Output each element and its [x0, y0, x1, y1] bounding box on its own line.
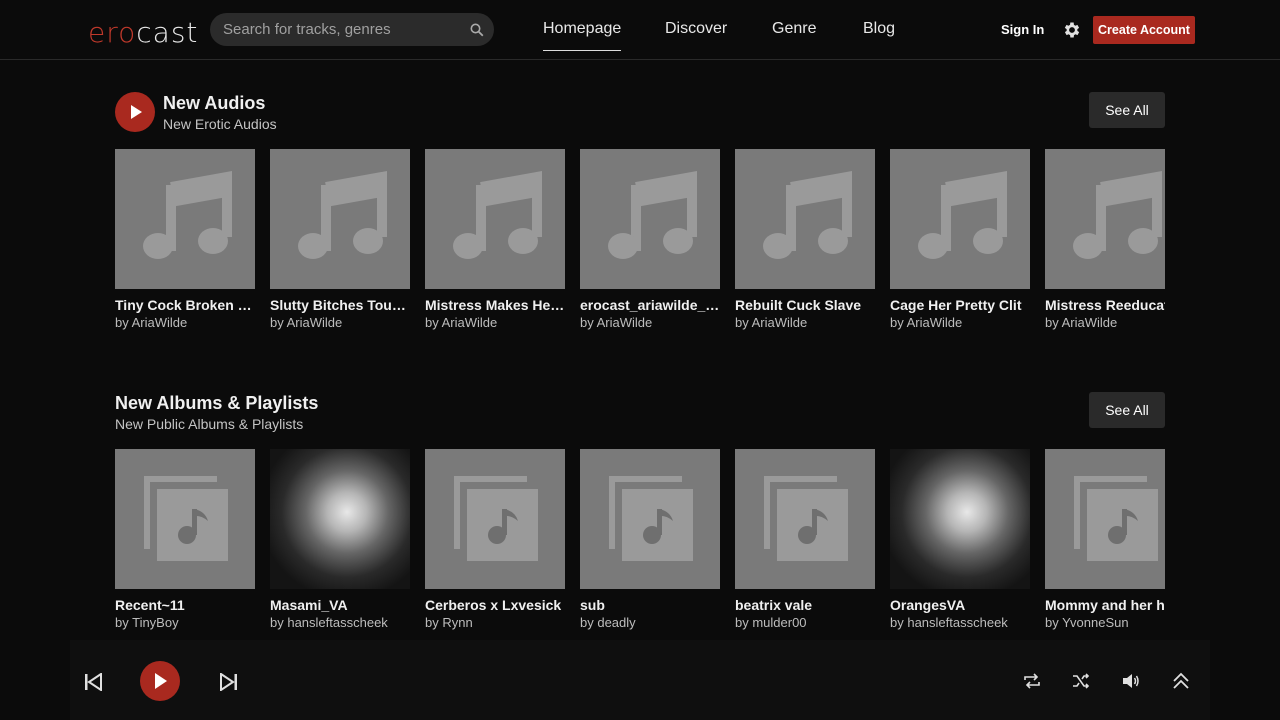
albums-row: Recent~11 by TinyBoy Masami_VAby hanslefta…: [115, 449, 1165, 639]
card-title[interactable]: Cage Her Pretty Clit: [890, 297, 1030, 313]
card-title[interactable]: Rebuilt Cuck Slave: [735, 297, 875, 313]
cover-art[interactable]: [1045, 149, 1165, 289]
card-author[interactable]: by AriaWilde: [1045, 315, 1165, 330]
card-title[interactable]: Mistress Makes Her Sissy: [425, 297, 565, 313]
music-note-icon: [453, 171, 542, 259]
music-note-icon: [608, 171, 697, 259]
music-note-icon: [763, 171, 852, 259]
card-author[interactable]: by AriaWilde: [270, 315, 410, 330]
nav-genre[interactable]: Genre: [772, 20, 816, 38]
albums-playlists-title: New Albums & Playlists: [115, 393, 319, 413]
cover-art[interactable]: [890, 149, 1030, 289]
repeat-icon[interactable]: [1023, 672, 1041, 690]
new-audios-subtitle: New Erotic Audios: [163, 116, 277, 132]
card-title[interactable]: Slutty Bitches Touch Yourself: [270, 297, 410, 313]
nav-blog[interactable]: Blog: [863, 20, 895, 38]
nav-discover[interactable]: Discover: [665, 20, 727, 38]
playlist-icon: [144, 476, 228, 561]
media-card[interactable]: Cerberos x Lxvesick by Rynn: [425, 449, 565, 630]
create-account-button[interactable]: Create Account: [1093, 16, 1195, 44]
card-author[interactable]: by AriaWilde: [580, 315, 720, 330]
cover-art[interactable]: [735, 449, 875, 589]
media-card[interactable]: Recent~11 by TinyBoy: [115, 449, 255, 630]
cover-art[interactable]: [270, 449, 410, 589]
media-card[interactable]: Rebuilt Cuck Slave by AriaWilde: [735, 149, 875, 330]
music-note-icon: [918, 171, 1007, 259]
music-note-icon: [298, 171, 387, 259]
cover-art[interactable]: [115, 449, 255, 589]
card-author[interactable]: by YvonneSun: [1045, 615, 1165, 630]
card-title[interactable]: Mommy and her h: [1045, 597, 1165, 613]
cover-art[interactable]: [425, 449, 565, 589]
card-author[interactable]: by hansleftasscheek: [890, 615, 1030, 630]
media-card[interactable]: Slutty Bitches Touch Yourself by AriaWild…: [270, 149, 410, 330]
media-card[interactable]: Mistress Reeducates by AriaWilde: [1045, 149, 1165, 330]
cover-art[interactable]: [735, 149, 875, 289]
card-title[interactable]: Masami_VA: [270, 597, 410, 613]
cover-art[interactable]: [115, 149, 255, 289]
card-author[interactable]: by Rynn: [425, 615, 565, 630]
search-input[interactable]: [223, 13, 463, 46]
previous-icon[interactable]: [84, 673, 102, 691]
playlist-icon: [454, 476, 538, 561]
card-title[interactable]: erocast_ariawilde_audio: [580, 297, 720, 313]
nav-homepage[interactable]: Homepage: [543, 20, 622, 51]
music-note-icon: [1073, 171, 1162, 259]
media-card[interactable]: OrangesVA by hansleftasscheek: [890, 449, 1030, 630]
card-author[interactable]: by TinyBoy: [115, 615, 255, 630]
sign-in-link[interactable]: Sign In: [1001, 22, 1044, 37]
playlist-icon: [1074, 476, 1158, 561]
card-author[interactable]: by AriaWilde: [115, 315, 255, 330]
media-card[interactable]: sub by deadly: [580, 449, 720, 630]
card-title[interactable]: beatrix vale: [735, 597, 875, 613]
search-icon[interactable]: [470, 23, 484, 37]
cover-art[interactable]: [270, 149, 410, 289]
volume-icon[interactable]: [1122, 672, 1140, 690]
media-card[interactable]: Cage Her Pretty Clit by AriaWilde: [890, 149, 1030, 330]
playlist-icon: [609, 476, 693, 561]
player-bar: [70, 640, 1210, 720]
gear-icon[interactable]: [1062, 20, 1082, 40]
expand-icon[interactable]: [1172, 672, 1190, 690]
card-title[interactable]: sub: [580, 597, 720, 613]
next-icon[interactable]: [220, 673, 238, 691]
media-card[interactable]: beatrix vale by mulder00: [735, 449, 875, 630]
shuffle-icon[interactable]: [1072, 672, 1090, 690]
card-title[interactable]: Cerberos x Lxvesick: [425, 597, 565, 613]
erocast-logo[interactable]: erocast: [88, 16, 198, 49]
logo-text-ero: ero: [88, 16, 137, 49]
cover-art[interactable]: [1045, 449, 1165, 589]
media-card[interactable]: erocast_ariawilde_audioby AriaWilde: [580, 149, 720, 330]
card-title[interactable]: OrangesVA: [890, 597, 1030, 613]
logo-text-cast: cast: [136, 16, 199, 49]
card-title[interactable]: Recent~11: [115, 597, 255, 613]
playlist-icon: [764, 476, 848, 561]
card-title[interactable]: Mistress Reeducates: [1045, 297, 1165, 313]
cover-art[interactable]: [580, 149, 720, 289]
cover-art[interactable]: [425, 149, 565, 289]
section-play-button[interactable]: [115, 92, 155, 132]
play-icon[interactable]: [140, 661, 180, 701]
media-card[interactable]: Mistress Makes Her Sissy by AriaWilde: [425, 149, 565, 330]
media-card[interactable]: Mommy and her h by YvonneSun: [1045, 449, 1165, 630]
card-author[interactable]: by mulder00: [735, 615, 875, 630]
audios-row: Tiny Cock Broken Mind Bimboby AriaWildeS…: [115, 149, 1165, 339]
card-author[interactable]: by deadly: [580, 615, 720, 630]
cover-art[interactable]: [580, 449, 720, 589]
card-author[interactable]: by AriaWilde: [735, 315, 875, 330]
new-audios-title: New Audios: [163, 93, 266, 113]
card-author[interactable]: by hansleftasscheek: [270, 615, 410, 630]
top-header: erocast Homepage Discover Genre Blog Sig…: [0, 0, 1280, 60]
see-all-audios-button[interactable]: See All: [1089, 92, 1165, 128]
search-box[interactable]: [210, 13, 494, 46]
see-all-albums-button[interactable]: See All: [1089, 392, 1165, 428]
albums-playlists-subtitle: New Public Albums & Playlists: [115, 416, 304, 432]
card-author[interactable]: by AriaWilde: [890, 315, 1030, 330]
media-card[interactable]: Tiny Cock Broken Mind Bimbo by AriaWilde: [115, 149, 255, 330]
cover-art[interactable]: [890, 449, 1030, 589]
card-title[interactable]: Tiny Cock Broken Mind Bimbo: [115, 297, 255, 313]
music-note-icon: [143, 171, 232, 259]
media-card[interactable]: Masami_VAby hansleftasscheek: [270, 449, 410, 630]
card-author[interactable]: by AriaWilde: [425, 315, 565, 330]
